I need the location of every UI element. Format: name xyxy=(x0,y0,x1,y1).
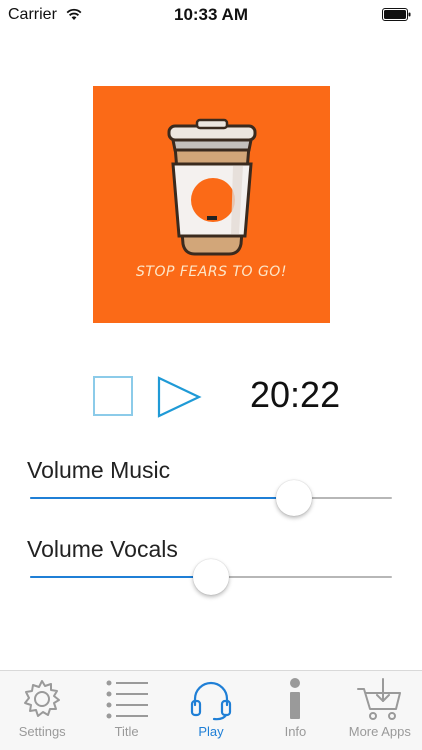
tab-info[interactable]: Info xyxy=(253,671,337,750)
tab-settings[interactable]: Settings xyxy=(0,671,84,750)
slider-thumb[interactable] xyxy=(193,559,229,595)
slider-fill xyxy=(30,576,211,578)
tab-label: More Apps xyxy=(348,724,411,739)
volume-vocals-slider[interactable] xyxy=(30,557,392,597)
volume-music-slider[interactable] xyxy=(30,478,392,518)
status-time: 10:33 AM xyxy=(173,5,248,24)
tab-label: Settings xyxy=(18,724,66,739)
gear-icon xyxy=(24,680,61,717)
battery-icon xyxy=(382,8,411,21)
coffee-cup-illustration xyxy=(167,118,257,256)
cart-icon xyxy=(356,678,401,720)
tab-label: Info xyxy=(284,724,307,739)
tab-label: Play xyxy=(198,724,224,739)
tab-label: Title xyxy=(114,724,139,739)
headphones-icon xyxy=(190,681,232,721)
slider-fill xyxy=(30,497,295,499)
info-icon xyxy=(290,678,301,719)
elapsed-time: 20:22 xyxy=(250,374,341,415)
album-art: STOP FEARS TO GO! xyxy=(93,86,330,323)
tab-play[interactable]: Play xyxy=(169,671,253,750)
status-bar: Carrier 10:33 AM xyxy=(0,0,422,30)
play-icon xyxy=(157,376,202,418)
tab-title[interactable]: Title xyxy=(84,671,168,750)
tab-bar: Settings Title Play Info More Apps xyxy=(0,670,422,750)
tab-more-apps[interactable]: More Apps xyxy=(338,671,422,750)
stop-button[interactable] xyxy=(93,376,133,416)
list-icon xyxy=(106,680,148,719)
play-button[interactable] xyxy=(156,376,202,418)
slider-thumb[interactable] xyxy=(276,480,313,516)
album-caption: STOP FEARS TO GO! xyxy=(136,264,287,280)
